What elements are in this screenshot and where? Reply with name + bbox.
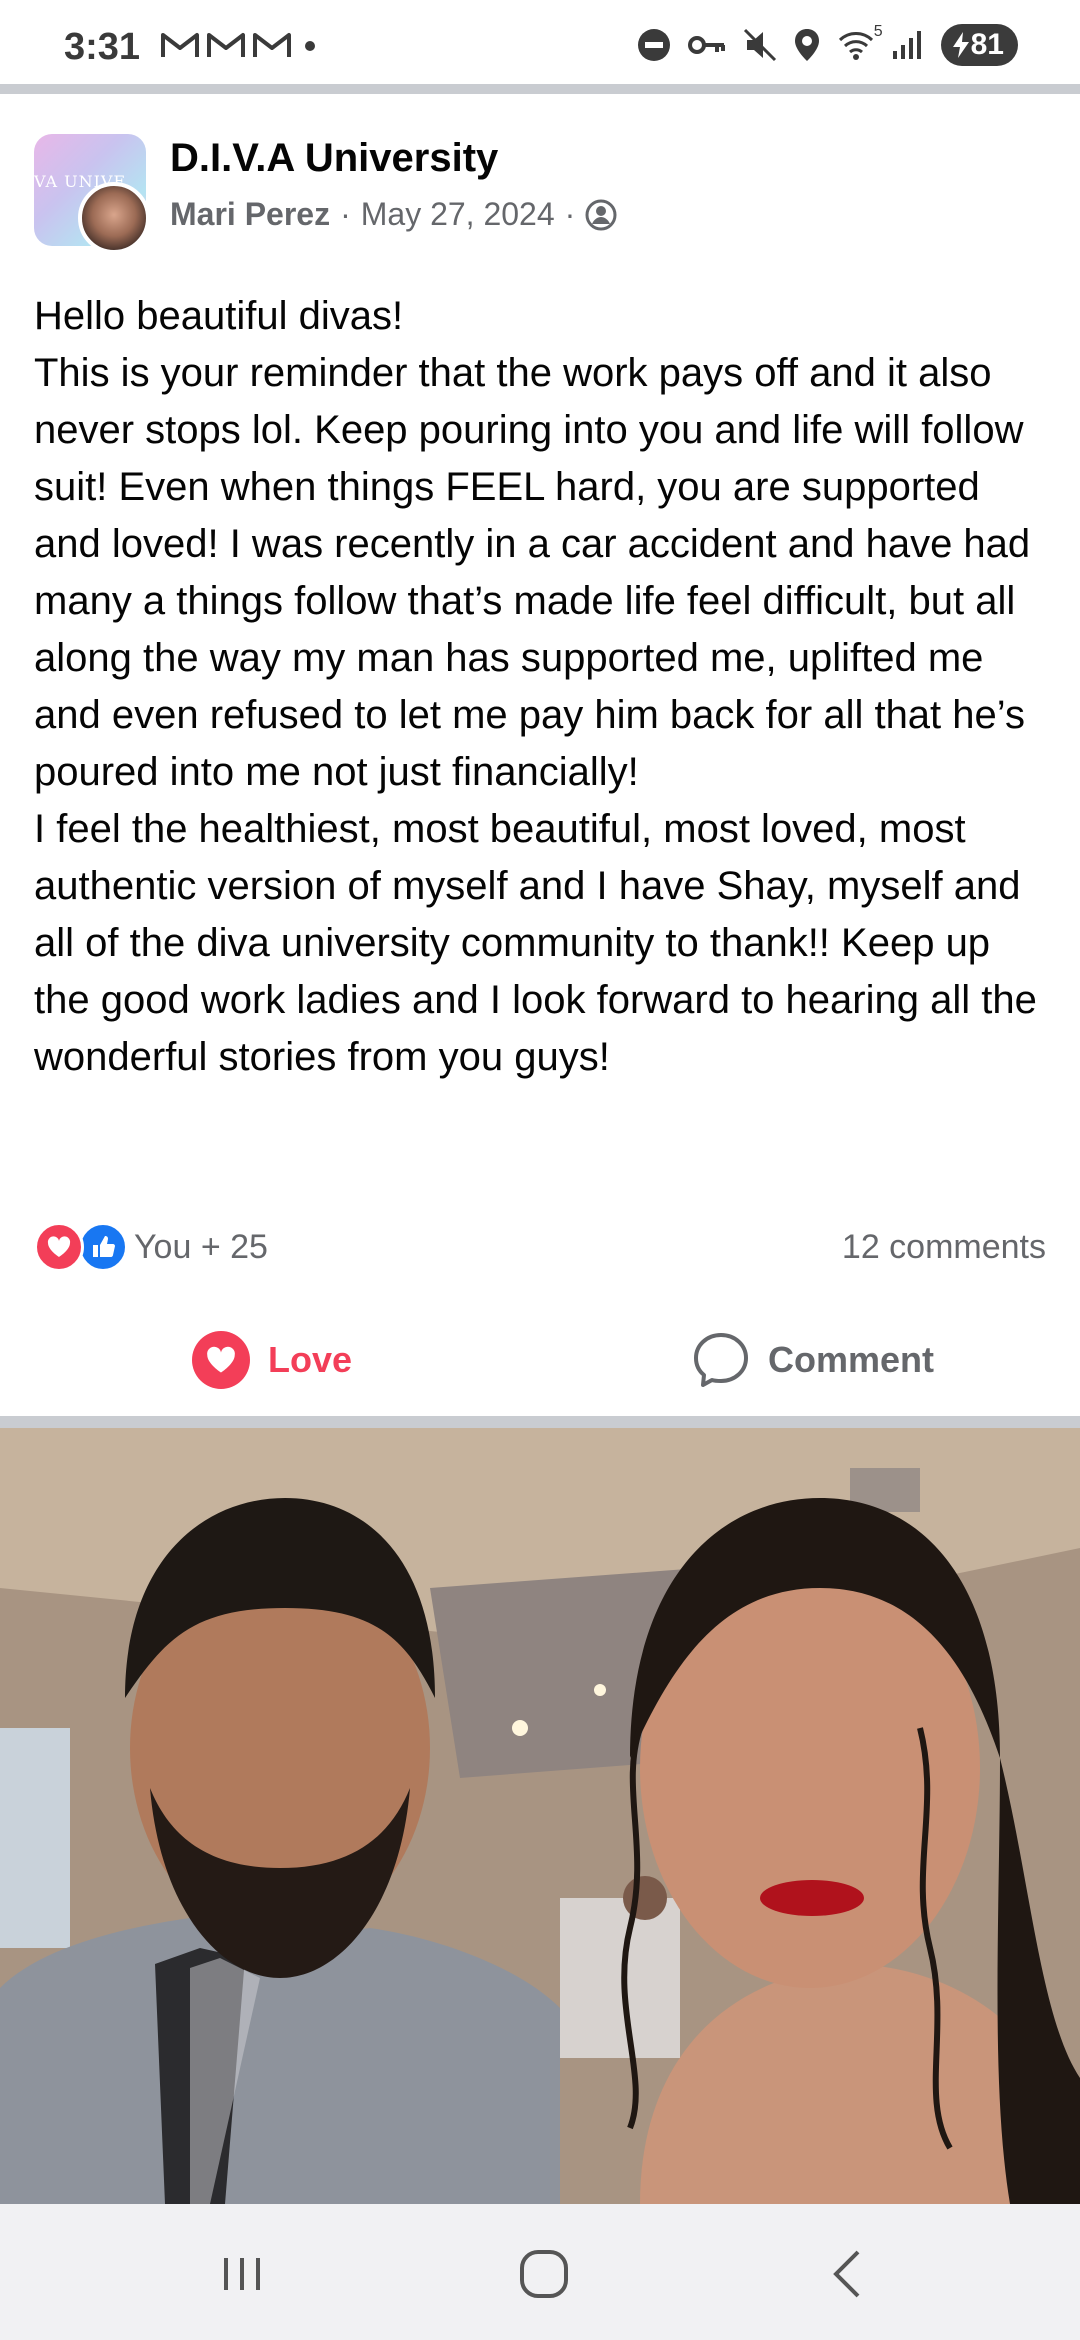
back-icon [833, 2250, 860, 2298]
comment-bubble-icon [694, 1333, 748, 1387]
comments-count-link[interactable]: 12 comments [842, 1228, 1046, 1267]
notification-icons [160, 30, 322, 60]
wifi-indicator: 5 [837, 23, 883, 61]
home-button[interactable] [514, 2248, 574, 2300]
battery-indicator: 81 [940, 24, 1018, 66]
comment-button[interactable]: Comment [692, 1320, 934, 1400]
group-privacy-icon [585, 199, 617, 230]
comment-button-label: Comment [768, 1339, 935, 1380]
post-date[interactable]: May 27, 2024 [361, 196, 555, 233]
post-photo[interactable] [0, 1428, 1080, 2204]
home-icon [520, 2250, 568, 2298]
do-not-disturb-icon [637, 29, 670, 61]
author-avatar[interactable] [78, 182, 150, 254]
location-icon [794, 29, 819, 61]
group-name-link[interactable]: D.I.V.A University [170, 136, 498, 181]
reaction-count[interactable]: You + 25 [134, 1228, 268, 1267]
reaction-icons[interactable] [34, 1222, 128, 1272]
recents-button[interactable] [212, 2248, 272, 2300]
status-bar: 3:31 5 81 [0, 0, 1080, 84]
post-paragraph: This is your reminder that the work pays… [34, 351, 1031, 794]
gmail-icon [253, 33, 291, 57]
love-button-label: Love [268, 1339, 353, 1380]
battery-level: 81 [970, 28, 1004, 61]
post-header: VA UNIVE D.I.V.A University Mari Perez ·… [34, 134, 1054, 254]
dot-icon [305, 41, 315, 51]
post-meta: Mari Perez · May 27, 2024 · [170, 196, 617, 233]
post-paragraph: I feel the healthiest, most beautiful, m… [34, 807, 1037, 1079]
system-icons: 5 81 [637, 23, 1018, 66]
love-button[interactable]: Love [192, 1320, 352, 1400]
meta-separator: · [340, 196, 351, 232]
back-button[interactable] [818, 2248, 878, 2300]
like-reaction-icon [78, 1222, 128, 1272]
post-actions: Love Comment [0, 1320, 1080, 1400]
android-nav-bar [0, 2204, 1080, 2340]
couple-photo-illustration [0, 1428, 1080, 2204]
status-time: 3:31 [64, 26, 141, 68]
meta-separator: · [564, 196, 576, 232]
charging-icon [952, 32, 969, 58]
post-body: Hello beautiful divas! This is your remi… [34, 288, 1054, 1086]
wifi-icon [838, 32, 873, 60]
heart-icon [192, 1331, 250, 1389]
wifi-label: 5 [873, 23, 883, 40]
reactions-summary: You + 25 12 comments [34, 1222, 1046, 1272]
recents-icon [224, 2258, 260, 2290]
mute-icon [743, 28, 776, 62]
gmail-icon [207, 33, 245, 57]
love-reaction-icon [34, 1222, 84, 1272]
author-name-link[interactable]: Mari Perez [170, 196, 330, 233]
vpn-key-icon [687, 36, 725, 54]
post-paragraph: Hello beautiful divas! [34, 294, 404, 338]
gmail-icon [161, 33, 199, 57]
signal-icon [892, 31, 921, 59]
post-divider [0, 1416, 1080, 1428]
feed-separator [0, 84, 1080, 94]
